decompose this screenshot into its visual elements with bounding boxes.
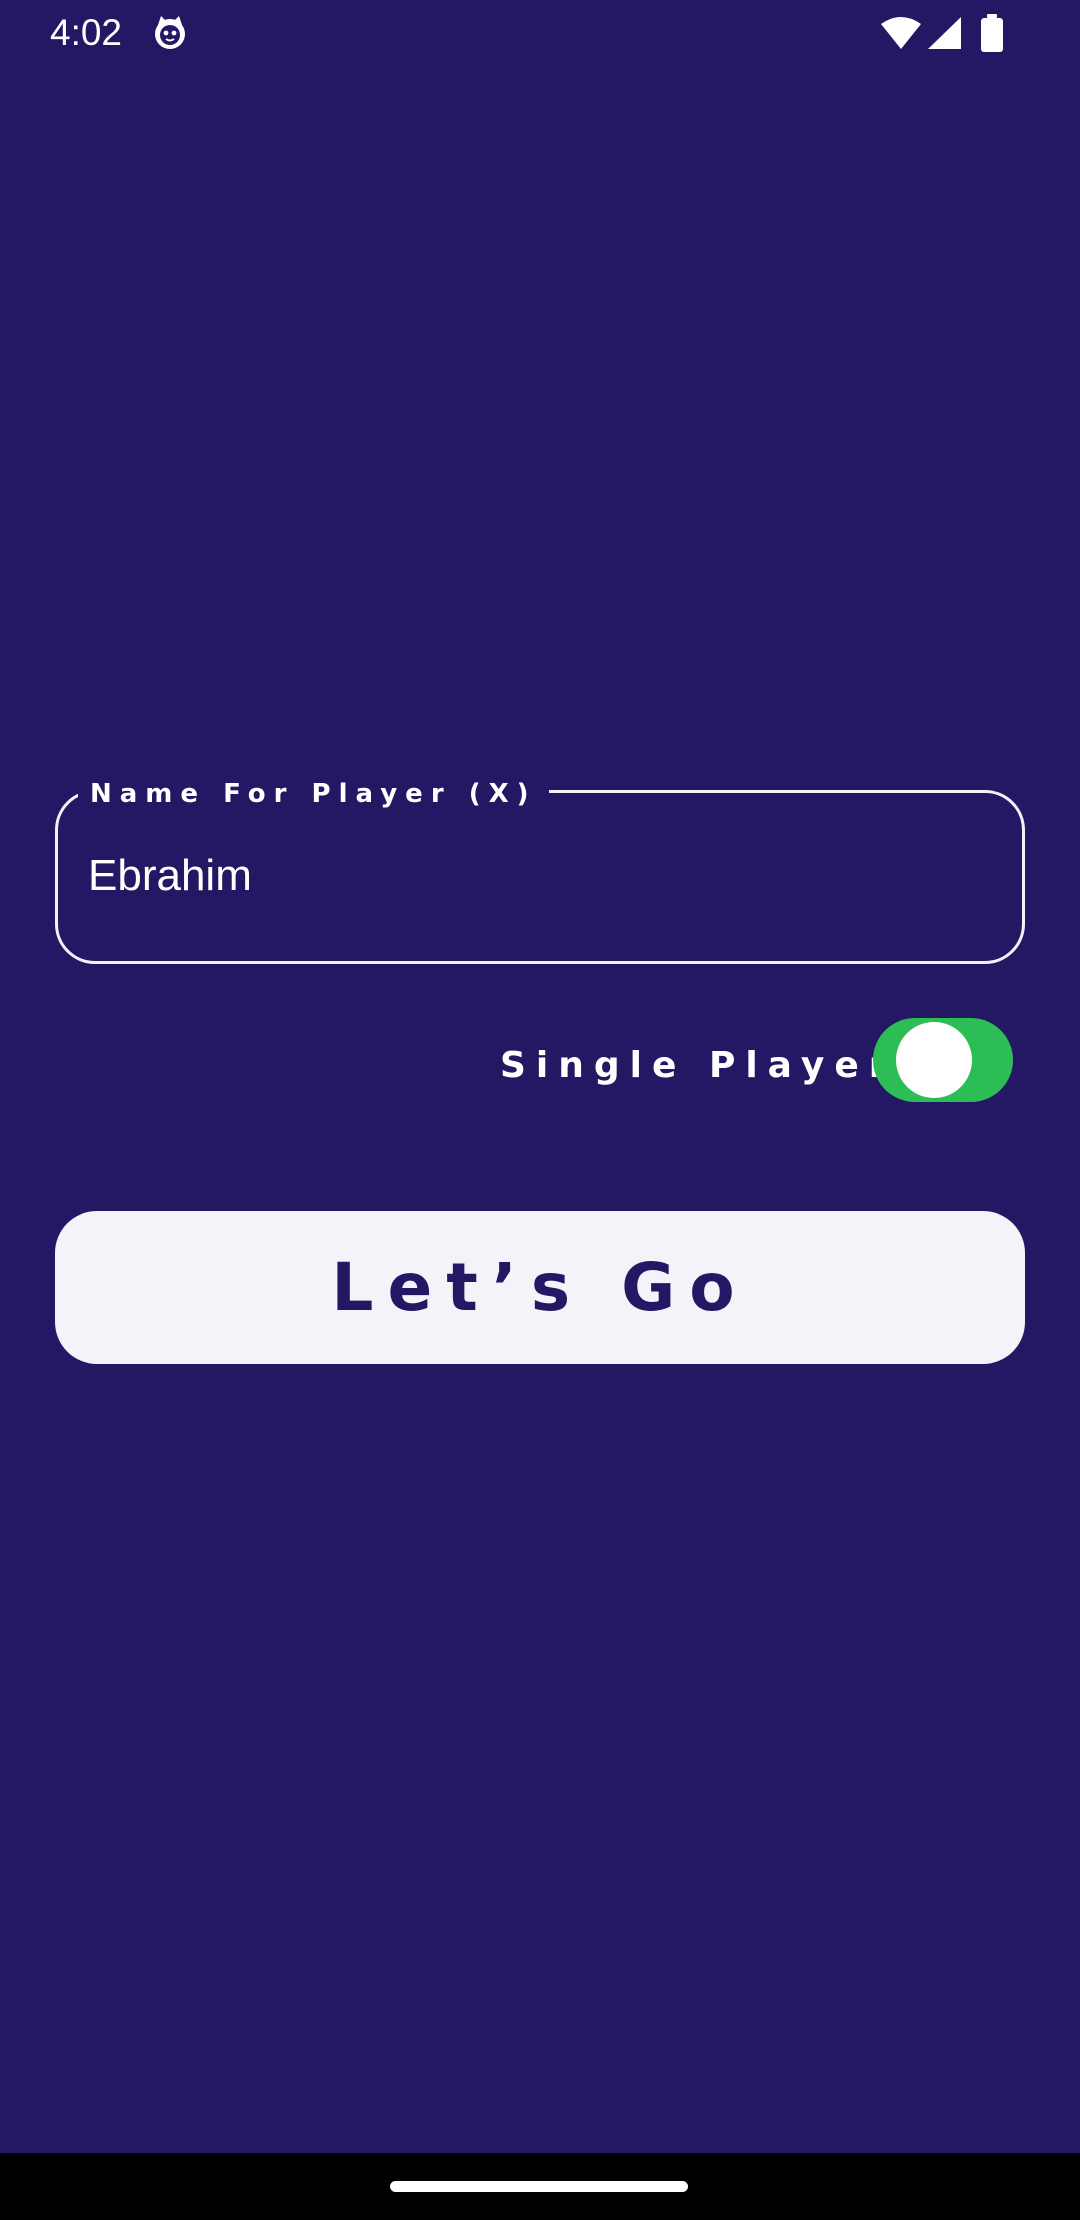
- toggle-knob[interactable]: [896, 1022, 972, 1098]
- status-bar: 4:02: [0, 0, 1080, 66]
- status-time: 4:02: [50, 12, 123, 53]
- cellular-signal-icon: [928, 17, 961, 49]
- app-screen: 4:02 Name For Player (X) Single Player L…: [0, 0, 1080, 2220]
- cat-face-icon: [155, 16, 185, 49]
- home-gesture-handle[interactable]: [390, 2181, 688, 2192]
- wifi-icon: [881, 17, 921, 49]
- single-player-label: Single Player: [500, 1045, 897, 1086]
- player-name-label: Name For Player (X): [78, 776, 549, 812]
- player-name-input[interactable]: [88, 846, 988, 906]
- lets-go-button[interactable]: Let’s Go: [55, 1211, 1025, 1364]
- battery-icon: [981, 14, 1003, 52]
